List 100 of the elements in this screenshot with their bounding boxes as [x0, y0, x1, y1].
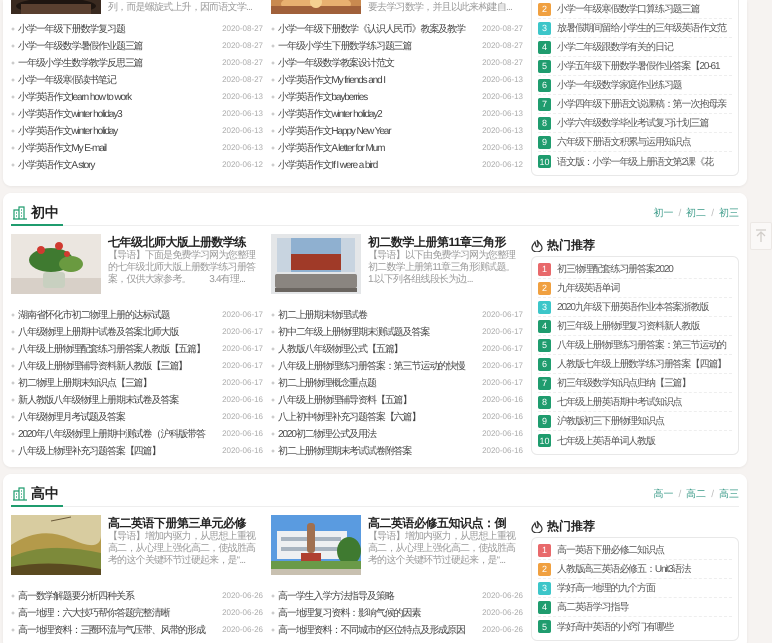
date: 2020-06-17 [222, 310, 263, 319]
ranking-link[interactable]: 学好高中英语的小窍门有哪些 [557, 620, 673, 634]
ranking-link[interactable]: 语文版：小学一年级上册语文第2课《花 [557, 154, 713, 168]
date: 2020-08-27 [222, 58, 263, 67]
date: 2020-06-26 [482, 591, 523, 600]
section-title: 初中 [31, 204, 59, 222]
ranking-link[interactable]: 七年级上英语单词人教版 [557, 434, 655, 448]
rank-badge: 8 [538, 116, 551, 130]
date: 2020-06-13 [482, 143, 523, 152]
ranking-link[interactable]: 初三年级上册物理复习资料新人教版 [557, 319, 700, 333]
rank-badge: 5 [538, 620, 551, 633]
date: 2020-08-27 [482, 24, 523, 33]
date: 2020-06-13 [222, 126, 263, 135]
building-icon [13, 486, 27, 500]
ranking-link[interactable]: 小学一年级寒假数学口算练习题三篇 [557, 2, 700, 16]
rank-badge: 9 [538, 414, 551, 428]
date: 2020-06-13 [482, 75, 523, 84]
rank-badge: 10 [538, 155, 551, 168]
rank-badge: 7 [538, 376, 551, 390]
date: 2020-06-26 [482, 625, 523, 634]
ranking-link[interactable]: 学好高一地理的九个方面 [557, 581, 655, 595]
ranking-link[interactable]: 初三年级数学知识点归纳【三篇】 [557, 376, 691, 390]
article-title[interactable]: 初二数学上册第11章三角形 [368, 234, 523, 250]
back-to-top-button[interactable] [750, 222, 772, 250]
building-icon [13, 206, 27, 220]
rank-badge: 5 [538, 60, 551, 72]
separator: / [678, 488, 682, 500]
ranking-link[interactable]: 小学二年级跟数学有关的日记 [557, 40, 673, 54]
date: 2020-06-16 [482, 395, 523, 404]
date: 2020-06-13 [482, 109, 523, 118]
date: 2020-06-17 [482, 310, 523, 319]
rank-badge: 3 [538, 300, 551, 314]
ranking-link[interactable]: 高二英语学习指导 [557, 600, 628, 614]
date: 2020-06-16 [482, 429, 523, 438]
article-summary: 【导语】增加内驱力，从思想上重视高二，从心理上强化高二，使战胜高考的这个关键环节过硬起来，是“... [368, 531, 517, 567]
rank-badge: 4 [538, 600, 551, 614]
date: 2020-08-27 [222, 24, 263, 33]
article-summary: 【导语】下面是免费学习网为您整理的七年级北师大版上册数学练习册答案，仅供大家参考。 3.4有理... [108, 250, 257, 286]
flame-icon [531, 520, 543, 532]
article-summary: 【导语】以下由免费学习网为您整理初二数学上册第11章三角形测试题。 1.以下列各组线段长为边... [368, 250, 517, 286]
ranking-link[interactable]: 2020九年级下册英语作业本答案浙教版 [557, 300, 708, 314]
rank-badge: 3 [538, 22, 551, 34]
date: 2020-06-26 [222, 591, 263, 600]
rank-badge: 2 [538, 562, 551, 576]
ranking-link[interactable]: 七年级上册英语期中考试知识点 [557, 395, 682, 409]
date: 2020-06-26 [222, 608, 263, 617]
date: 2020-06-13 [222, 109, 263, 118]
separator: / [711, 208, 714, 218]
rank-badge: 2 [538, 282, 551, 294]
ranking-link[interactable]: 小学五年级下册数学暑假作业答案【20-61 [557, 59, 720, 73]
ranking-link[interactable]: 人教版高三英语必修五：Unit3语法 [557, 562, 691, 576]
sidebar-heading: 热门推荐 [547, 518, 595, 534]
date: 2020-06-17 [222, 378, 263, 387]
date: 2020-06-17 [482, 344, 523, 353]
ranking-link[interactable]: 小学一年级数学家庭作业练习题 [557, 78, 682, 92]
ranking-link[interactable]: 沪教版初三下册物理知识点 [557, 414, 664, 428]
date: 2020-06-13 [482, 126, 523, 135]
date: 2020-06-12 [482, 160, 523, 169]
ranking-link[interactable]: 六年级下册语文积累与运用知识点 [557, 135, 691, 149]
date: 2020-06-13 [222, 143, 263, 152]
article-title[interactable]: 高二英语必修五知识点：倒 [368, 515, 523, 531]
article-summary: 【导语】增加内驱力，从思想上重视高二，从心理上强化高二，使战胜高考的这个关键环节过硬起来，是“... [108, 531, 257, 567]
separator: / [678, 208, 682, 218]
date: 2020-06-13 [482, 92, 523, 101]
article-title[interactable]: 七年级北师大版上册数学练 [108, 234, 263, 250]
ranking-link[interactable]: 小学四年级下册语文说课稿：第一次抱母亲 [557, 97, 726, 111]
ranking-link[interactable]: 九年级英语单词 [557, 281, 620, 295]
rank-badge: 6 [538, 78, 551, 92]
date: 2020-06-17 [482, 361, 523, 370]
article-title[interactable]: 高二英语下册第三单元必修 [108, 515, 263, 531]
date: 2020-06-17 [222, 327, 263, 336]
date: 2020-06-26 [222, 625, 263, 634]
rank-badge: 4 [538, 320, 551, 332]
ranking-link[interactable]: 初三物理配套练习册答案2020 [557, 262, 673, 276]
date: 2020-06-17 [222, 344, 263, 353]
date: 2020-06-26 [482, 608, 523, 617]
date: 2020-06-16 [222, 412, 263, 421]
date: 2020-06-13 [222, 92, 263, 101]
arrow-up-icon [755, 229, 767, 243]
ranking-link[interactable]: 人教版七年级上册数学练习册答案【四篇】 [557, 357, 726, 371]
rank-badge: 1 [538, 544, 551, 556]
ranking-link[interactable]: 放暑假期间留给小学生的三年级英语作文范 [557, 21, 726, 35]
date: 2020-06-17 [482, 378, 523, 387]
rank-badge: 7 [538, 98, 551, 110]
rank-badge: 3 [538, 582, 551, 594]
rank-badge: 1 [538, 262, 551, 276]
section-title: 高中 [31, 484, 59, 502]
date: 2020-08-27 [482, 58, 523, 67]
rank-badge: 5 [538, 338, 551, 352]
article-summary: 列，而是螺旋式上升，因而语文学... [108, 2, 253, 14]
sidebar-heading: 热门推荐 [547, 236, 595, 254]
date: 2020-08-27 [222, 75, 263, 84]
rank-badge: 8 [538, 396, 551, 408]
rank-badge: 6 [538, 358, 551, 370]
ranking-link[interactable]: 八年级上册物理练习册答案：第三节运动的 [557, 338, 726, 352]
ranking-link[interactable]: 高一英语下册必修二知识点 [557, 543, 664, 557]
date: 2020-06-16 [222, 446, 263, 455]
separator: / [711, 488, 714, 500]
date: 2020-08-27 [482, 41, 523, 50]
ranking-link[interactable]: 小学六年级数学毕业考试复习计划三篇 [557, 116, 708, 130]
